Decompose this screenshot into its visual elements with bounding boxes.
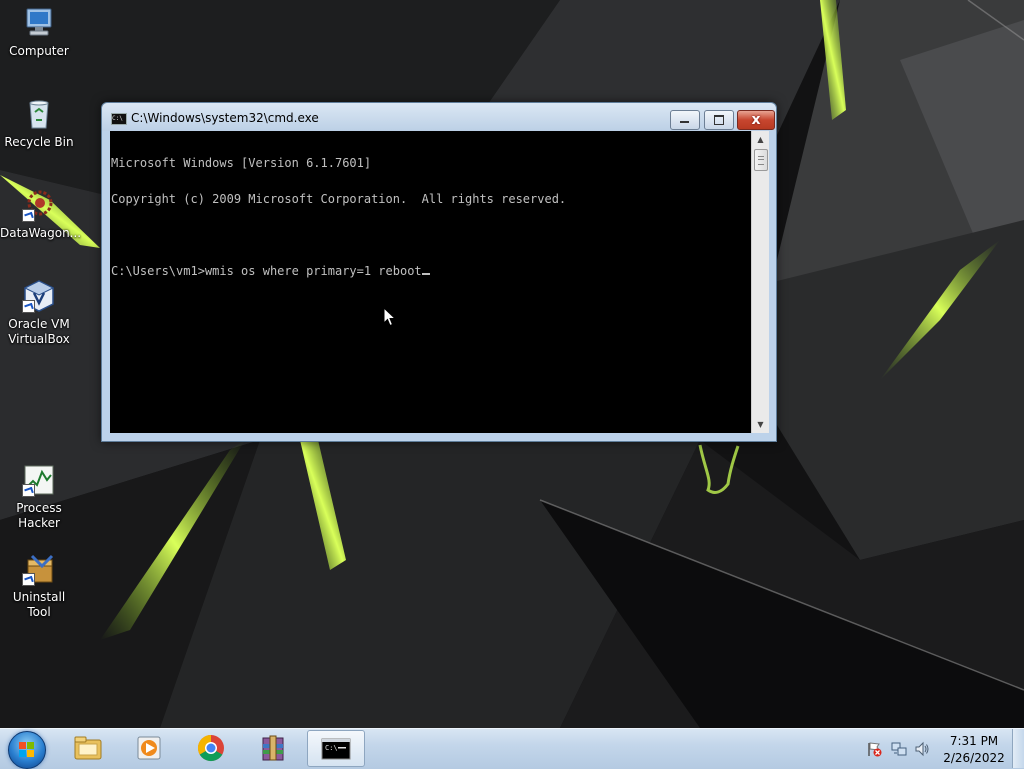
taskbar-cmd-button[interactable]: C:\ [307, 730, 365, 767]
start-button[interactable] [8, 731, 46, 769]
taskbar: C:\ 7:31 PM 2/26/2022 [0, 728, 1024, 769]
console-command-line[interactable]: C:\Users\vm1>wmis os where primary=1 reb… [111, 265, 751, 277]
cmd-window[interactable]: C:\ C:\Windows\system32\cmd.exe x Micros… [101, 102, 777, 442]
scroll-thumb[interactable] [754, 149, 768, 171]
show-desktop-button[interactable] [1012, 729, 1024, 768]
console-line: Copyright (c) 2009 Microsoft Corporation… [111, 192, 567, 206]
clock-time[interactable]: 7:31 PM [938, 734, 1010, 748]
action-center-flag-icon[interactable] [866, 741, 882, 757]
desktop-icon-uninstall-tool[interactable]: Uninstall Tool [0, 552, 78, 620]
uninstall-tool-icon [22, 552, 56, 586]
process-hacker-icon [22, 463, 56, 497]
taskbar-explorer-button[interactable] [60, 730, 118, 767]
window-title: C:\Windows\system32\cmd.exe [131, 111, 319, 125]
cmd-icon: C:\ [321, 738, 351, 760]
media-player-icon [137, 736, 161, 760]
network-icon[interactable] [891, 741, 907, 757]
shortcut-arrow-icon [22, 573, 35, 586]
desktop-icon-label: Uninstall Tool [12, 590, 66, 619]
desktop-icon-label-line2: Hacker [18, 516, 60, 530]
virtualbox-icon [22, 279, 56, 313]
desktop-icon-virtualbox[interactable]: Oracle VM VirtualBox [0, 279, 78, 347]
close-icon: x [751, 112, 761, 128]
winrar-icon [262, 735, 284, 761]
scroll-up-arrow-icon[interactable]: ▲ [752, 131, 769, 148]
cmd-app-icon[interactable]: C:\ [111, 113, 127, 125]
recycle-bin-icon [22, 97, 56, 131]
taskbar-winrar-button[interactable] [245, 730, 303, 767]
datawagon-icon [22, 188, 56, 222]
svg-text:C:\: C:\ [325, 744, 338, 752]
desktop-icon-label-line1: Process [16, 501, 62, 515]
computer-icon [22, 6, 56, 40]
shortcut-arrow-icon [22, 484, 35, 497]
shortcut-arrow-icon [22, 209, 35, 222]
desktop-icon-label: Computer [9, 44, 69, 58]
desktop-icon-datawagon[interactable]: DataWagon... [0, 188, 82, 241]
desktop-icon-computer[interactable]: Computer [0, 6, 78, 59]
console-output[interactable]: Microsoft Windows [Version 6.1.7601] Cop… [110, 131, 751, 433]
desktop-icon-label: Recycle Bin [4, 135, 74, 149]
shortcut-arrow-icon [22, 300, 35, 313]
cmd-titlebar[interactable]: C:\ C:\Windows\system32\cmd.exe x [102, 103, 776, 131]
maximize-button[interactable] [704, 110, 734, 130]
close-button[interactable]: x [737, 110, 775, 130]
folder-icon [74, 736, 102, 760]
desktop-icon-label-line1: Oracle VM [8, 317, 70, 331]
minimize-button[interactable] [670, 110, 700, 130]
desktop-icon-label: DataWagon... [0, 226, 82, 240]
scroll-down-arrow-icon[interactable]: ▼ [752, 416, 769, 433]
desktop-icon-recycle-bin[interactable]: Recycle Bin [0, 97, 78, 150]
vertical-scrollbar[interactable]: ▲ ▼ [751, 131, 769, 433]
mouse-pointer-icon [383, 307, 397, 327]
console-command-text: C:\Users\vm1>wmis os where primary=1 reb… [111, 264, 422, 278]
taskbar-chrome-button[interactable] [183, 730, 241, 767]
taskbar-media-player-button[interactable] [121, 730, 179, 767]
desktop-icon-process-hacker[interactable]: Process Hacker [0, 463, 78, 531]
desktop-icon-label-line2: VirtualBox [8, 332, 70, 346]
chrome-icon [197, 734, 224, 762]
console-line: Microsoft Windows [Version 6.1.7601] [111, 156, 372, 170]
volume-icon[interactable] [914, 741, 930, 757]
text-cursor [421, 273, 430, 275]
clock-date[interactable]: 2/26/2022 [938, 751, 1010, 765]
windows-logo-icon [19, 742, 35, 758]
